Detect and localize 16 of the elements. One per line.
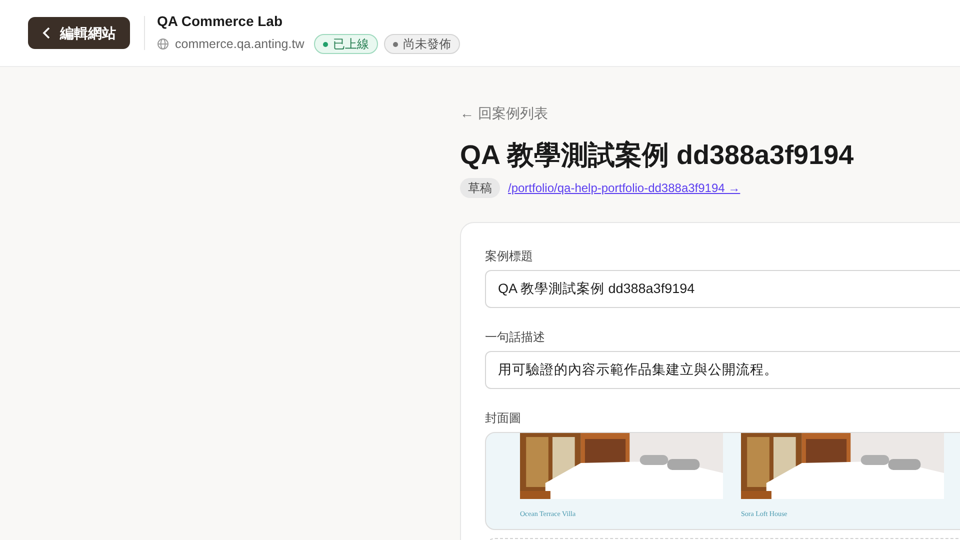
chevron-left-icon bbox=[42, 27, 52, 39]
site-name: QA Commerce Lab bbox=[157, 12, 284, 30]
status-badge: 已上線 bbox=[314, 34, 378, 54]
text-field[interactable]: 用可驗證的內容示範作品集建立與公開流程。 bbox=[485, 351, 960, 389]
edit-site-button[interactable]: 編輯網站 bbox=[28, 17, 130, 49]
back-to-list-link[interactable]: ← 回案例列表 bbox=[460, 103, 960, 124]
draft-badge: 草稿 bbox=[460, 178, 500, 198]
globe-icon bbox=[157, 38, 169, 50]
site-domain: commerce.qa.anting.tw bbox=[175, 36, 304, 53]
field-label: 案例標題 bbox=[485, 248, 534, 265]
field-label: 封面圖 bbox=[485, 410, 522, 427]
page-title: QA 教學測試案例 dd388a3f9194 bbox=[460, 139, 855, 172]
field-label: 一句話描述 bbox=[485, 329, 546, 346]
text-field[interactable]: QA 教學測試案例 dd388a3f9194 bbox=[485, 270, 960, 308]
portfolio-url-link[interactable]: /portfolio/qa-help-portfolio-dd388a3f9194 → bbox=[508, 179, 740, 197]
status-badge: 尚未發佈 bbox=[384, 34, 460, 54]
